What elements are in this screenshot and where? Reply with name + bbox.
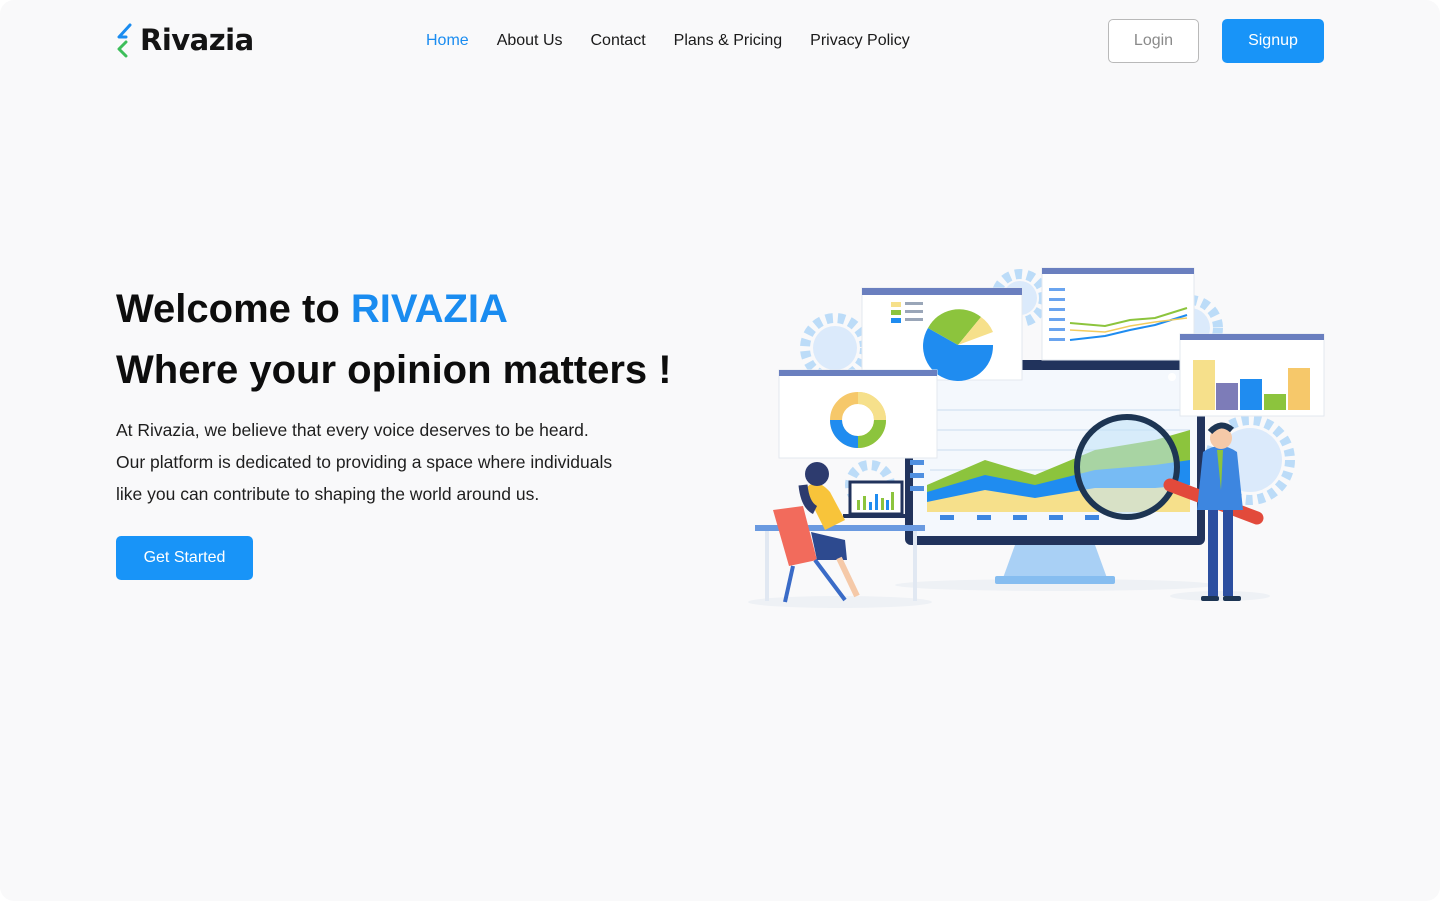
data-analytics-illustration [748,267,1325,608]
hero-subtitle: Where your opinion matters ! [116,348,672,392]
nav-plans-pricing[interactable]: Plans & Pricing [674,30,783,52]
hero-description-line: Our platform is dedicated to providing a… [116,452,613,472]
hero-title-prefix: Welcome to [116,287,351,331]
hero-description-line: like you can contribute to shaping the w… [116,484,540,504]
main-nav: Home About Us Contact Plans & Pricing Pr… [426,30,938,52]
login-button[interactable]: Login [1108,19,1199,63]
get-started-button[interactable]: Get Started [116,536,253,580]
nav-privacy-policy[interactable]: Privacy Policy [810,30,910,52]
brand-logo[interactable]: Rivazia [114,22,254,58]
signup-button[interactable]: Signup [1222,19,1324,63]
site-header: Rivazia Home About Us Contact Plans & Pr… [0,0,1440,82]
hero-title: Welcome to RIVAZIA [116,285,508,333]
landing-page: Rivazia Home About Us Contact Plans & Pr… [0,0,1440,901]
nav-contact[interactable]: Contact [591,30,646,52]
hero-title-brand: RIVAZIA [350,287,508,331]
nav-home[interactable]: Home [426,30,469,52]
nav-about-us[interactable]: About Us [497,30,563,52]
hero-description-line: At Rivazia, we believe that every voice … [116,420,589,440]
hero-description: At Rivazia, we believe that every voice … [116,414,676,510]
logo-chevron-icon [117,23,132,58]
brand-name: Rivazia [140,23,254,57]
